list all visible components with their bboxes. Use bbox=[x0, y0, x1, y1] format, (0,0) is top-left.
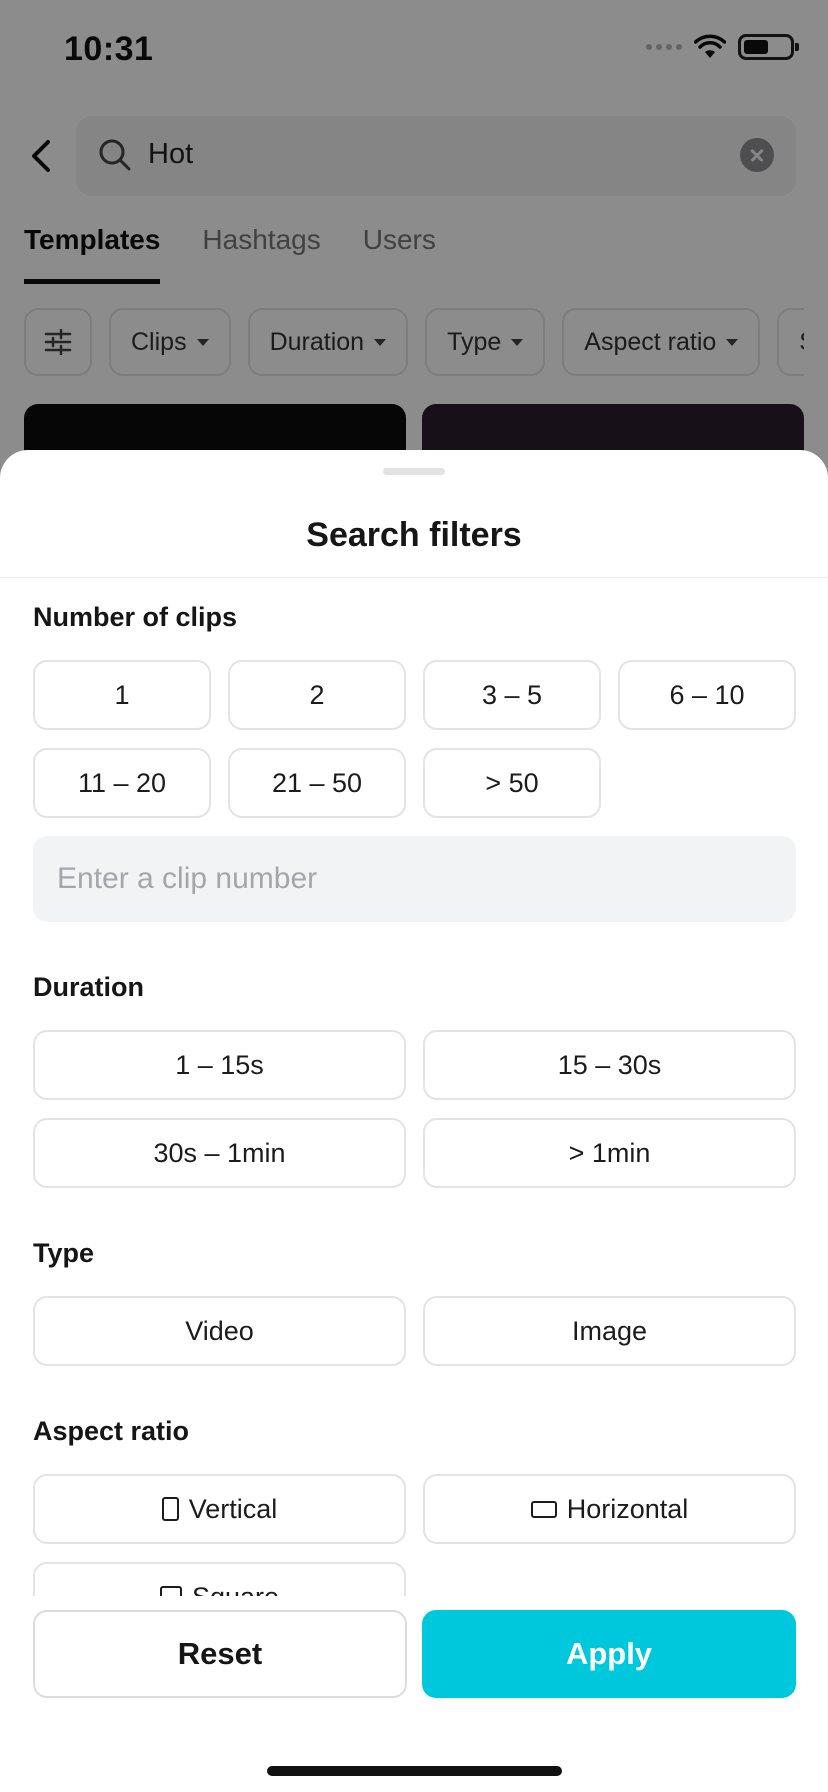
aspect-option-horizontal[interactable]: Horizontal bbox=[423, 1474, 796, 1544]
search-filters-sheet: Search filters Number of clips 1 2 3 – 5… bbox=[0, 450, 828, 1792]
clips-option-6-10[interactable]: 6 – 10 bbox=[618, 660, 796, 730]
section-title-aspect-ratio: Aspect ratio bbox=[33, 1416, 190, 1446]
sheet-title: Search filters bbox=[306, 516, 522, 554]
section-title-type: Type bbox=[33, 1238, 95, 1268]
clips-option-2[interactable]: 2 bbox=[228, 660, 406, 730]
clips-option-3-5[interactable]: 3 – 5 bbox=[423, 660, 601, 730]
type-option-image[interactable]: Image bbox=[423, 1296, 796, 1366]
duration-option-15-30s[interactable]: 15 – 30s bbox=[423, 1030, 796, 1100]
aspect-option-label: Horizontal bbox=[566, 1493, 689, 1524]
section-title-clips: Number of clips bbox=[33, 602, 238, 632]
clips-option-11-20[interactable]: 11 – 20 bbox=[33, 748, 211, 818]
clips-option-1[interactable]: 1 bbox=[33, 660, 211, 730]
apply-button[interactable]: Apply bbox=[422, 1610, 796, 1698]
aspect-option-square[interactable]: Square bbox=[33, 1562, 406, 1596]
sheet-grabber[interactable] bbox=[383, 468, 445, 475]
duration-option-over-1min[interactable]: > 1min bbox=[423, 1118, 796, 1188]
type-option-video[interactable]: Video bbox=[33, 1296, 406, 1366]
duration-option-30s-1min[interactable]: 30s – 1min bbox=[33, 1118, 406, 1188]
vertical-ratio-icon bbox=[161, 1497, 179, 1521]
aspect-option-label: Square bbox=[192, 1582, 279, 1597]
clip-number-input[interactable] bbox=[33, 836, 796, 922]
aspect-option-label: Vertical bbox=[188, 1493, 278, 1524]
reset-button[interactable]: Reset bbox=[33, 1610, 407, 1698]
clips-option-21-50[interactable]: 21 – 50 bbox=[228, 748, 406, 818]
horizontal-ratio-icon bbox=[530, 1500, 557, 1518]
square-ratio-icon bbox=[159, 1586, 182, 1596]
aspect-option-vertical[interactable]: Vertical bbox=[33, 1474, 406, 1544]
clips-option-over-50[interactable]: > 50 bbox=[423, 748, 601, 818]
duration-option-1-15s[interactable]: 1 – 15s bbox=[33, 1030, 406, 1100]
filters-scroll-area[interactable]: Number of clips 1 2 3 – 5 6 – 10 11 – 20… bbox=[0, 578, 828, 1596]
home-indicator[interactable] bbox=[267, 1766, 562, 1776]
section-title-duration: Duration bbox=[33, 972, 144, 1002]
